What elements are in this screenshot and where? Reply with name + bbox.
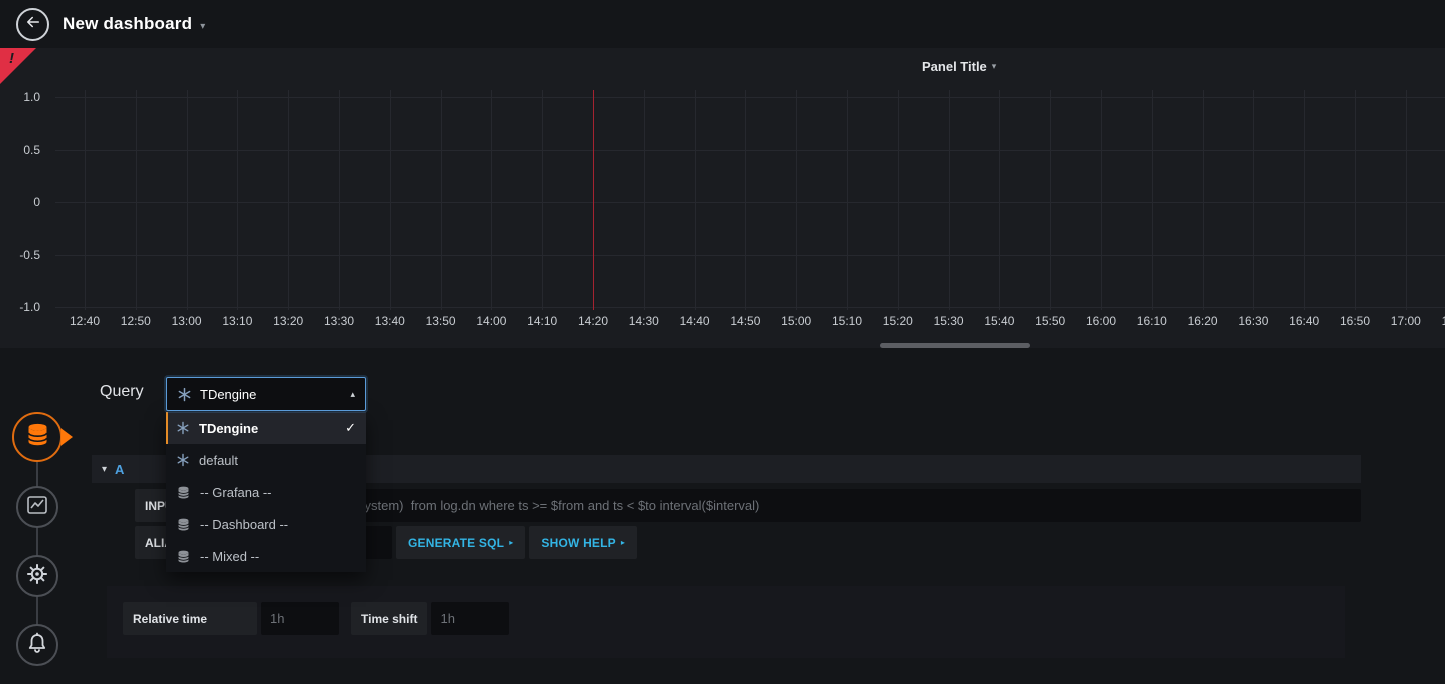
query-section-label: Query (100, 383, 144, 401)
show-help-button[interactable]: SHOW HELP ▸ (529, 526, 637, 559)
grid-line-vertical (999, 90, 1000, 310)
horizontal-scrollbar[interactable] (880, 343, 1030, 348)
query-ref-id: A (115, 462, 124, 477)
datasource-option-default[interactable]: default (166, 444, 366, 476)
grid-line-vertical (85, 90, 86, 310)
back-button[interactable] (16, 8, 49, 41)
grid-line-vertical (1050, 90, 1051, 310)
tab-alert[interactable] (16, 624, 58, 666)
tab-queries[interactable] (12, 412, 62, 462)
grid-line-vertical (796, 90, 797, 310)
datasource-option-grafana[interactable]: -- Grafana -- (166, 476, 366, 508)
grid-line-vertical (949, 90, 950, 310)
grid-line-horizontal (55, 150, 1445, 151)
x-tick-label: 17:10 (1427, 314, 1445, 328)
active-tab-arrow-icon (61, 428, 73, 446)
grid-line-horizontal (55, 307, 1445, 308)
input-sql-field[interactable] (250, 489, 1361, 522)
relative-time-label: Relative time (123, 602, 257, 635)
grid-line-vertical (237, 90, 238, 310)
gear-icon (25, 562, 49, 591)
grid-line-vertical (542, 90, 543, 310)
datasource-option-dashboard[interactable]: -- Dashboard -- (166, 508, 366, 540)
grid-line-vertical (898, 90, 899, 310)
panel-error-corner-icon[interactable] (0, 48, 36, 84)
y-tick-label: -1.0 (0, 300, 40, 314)
grid-line-vertical (136, 90, 137, 310)
tdengine-logo-icon (176, 453, 190, 467)
datasource-option-label: -- Mixed -- (200, 549, 259, 564)
datasource-selected-value: TDengine (200, 387, 256, 402)
time-shift-field[interactable] (431, 602, 509, 635)
dashboard-title-caret-icon[interactable]: ▾ (200, 17, 205, 32)
bell-icon (25, 631, 49, 660)
database-icon (24, 421, 51, 453)
datasource-select[interactable]: TDengine ▴ (166, 377, 366, 411)
datasource-menu: TDengine ✓ default -- Grafana -- -- Dashboar… (166, 412, 366, 572)
caret-right-icon: ▸ (509, 538, 513, 547)
time-shift-label: Time shift (351, 602, 427, 635)
grid-line-vertical (187, 90, 188, 310)
panel-title: Panel Title (922, 59, 987, 74)
panel-title-menu[interactable]: Panel Title ▾ (922, 59, 996, 74)
collapse-caret-icon[interactable]: ▾ (102, 464, 107, 475)
tab-general[interactable] (16, 555, 58, 597)
tdengine-logo-icon (176, 421, 190, 435)
chart-icon (25, 493, 49, 522)
grid-line-vertical (390, 90, 391, 310)
grid-line-vertical (745, 90, 746, 310)
database-icon (176, 549, 191, 564)
panel-title-caret-icon: ▾ (992, 61, 997, 72)
top-nav: New dashboard ▾ (0, 0, 1445, 48)
grid-line-horizontal (55, 97, 1445, 98)
grid-line-vertical (491, 90, 492, 310)
grid-line-vertical (847, 90, 848, 310)
annotation-vline (593, 90, 594, 310)
chart-y-axis: 1.0 0.5 0 -0.5 -1.0 (0, 90, 44, 314)
grid-line-vertical (644, 90, 645, 310)
y-tick-label: -0.5 (0, 248, 40, 262)
time-options-panel: Relative time Time shift (107, 586, 1345, 658)
grid-line-horizontal (55, 255, 1445, 256)
generate-sql-button[interactable]: GENERATE SQL ▸ (396, 526, 525, 559)
grid-line-vertical (1253, 90, 1254, 310)
grid-line-vertical (441, 90, 442, 310)
arrow-left-icon (24, 13, 42, 36)
grid-line-vertical (1101, 90, 1102, 310)
grid-line-vertical (1152, 90, 1153, 310)
dashboard-title[interactable]: New dashboard (63, 14, 192, 34)
datasource-option-label: -- Dashboard -- (200, 517, 288, 532)
check-icon: ✓ (345, 420, 356, 436)
y-tick-label: 0.5 (0, 143, 40, 157)
grafana-panel-editor: New dashboard ▾ ! Panel Title ▾ 1.0 0.5 0 -… (0, 0, 1445, 684)
relative-time-field[interactable] (261, 602, 339, 635)
grid-line-horizontal (55, 202, 1445, 203)
grid-line-vertical (339, 90, 340, 310)
y-tick-label: 1.0 (0, 90, 40, 104)
grid-line-vertical (1203, 90, 1204, 310)
grid-line-vertical (288, 90, 289, 310)
tdengine-logo-icon (177, 387, 192, 402)
grid-line-vertical (1355, 90, 1356, 310)
caret-right-icon: ▸ (621, 538, 625, 547)
chart-plot: 12:4012:5013:0013:1013:2013:3013:4013:50… (55, 90, 1445, 310)
graph-panel: ! Panel Title ▾ 1.0 0.5 0 -0.5 -1.0 12:4012:… (0, 48, 1445, 348)
grid-line-vertical (1304, 90, 1305, 310)
datasource-option-label: TDengine (199, 421, 258, 436)
grid-line-vertical (695, 90, 696, 310)
database-icon (176, 517, 191, 532)
tab-visualization[interactable] (16, 486, 58, 528)
tab-connector-line (36, 437, 38, 645)
y-tick-label: 0 (0, 195, 40, 209)
caret-up-icon: ▴ (350, 389, 355, 400)
datasource-option-tdengine[interactable]: TDengine ✓ (166, 412, 366, 444)
datasource-option-mixed[interactable]: -- Mixed -- (166, 540, 366, 572)
datasource-option-label: default (199, 453, 238, 468)
panel-error-bang: ! (9, 50, 14, 67)
database-icon (176, 485, 191, 500)
grid-line-vertical (1406, 90, 1407, 310)
datasource-option-label: -- Grafana -- (200, 485, 272, 500)
